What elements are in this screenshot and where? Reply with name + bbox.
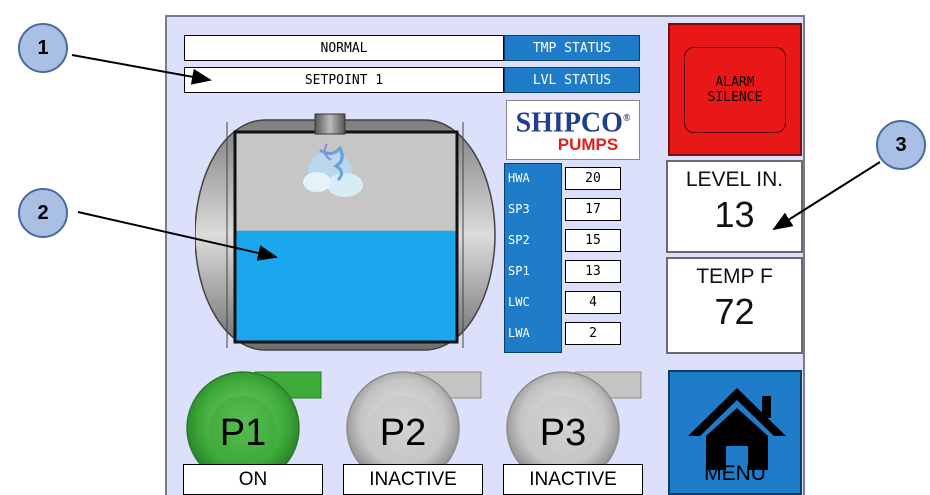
callout-2-badge: 2 [18, 188, 68, 238]
callout-2-arrow [77, 211, 278, 261]
callout-1-badge: 1 [18, 23, 68, 73]
callout-1-arrow [71, 54, 212, 85]
callout-3-arrow [772, 161, 881, 231]
callout-arrows [71, 54, 881, 261]
callout-3-badge: 3 [876, 120, 926, 170]
